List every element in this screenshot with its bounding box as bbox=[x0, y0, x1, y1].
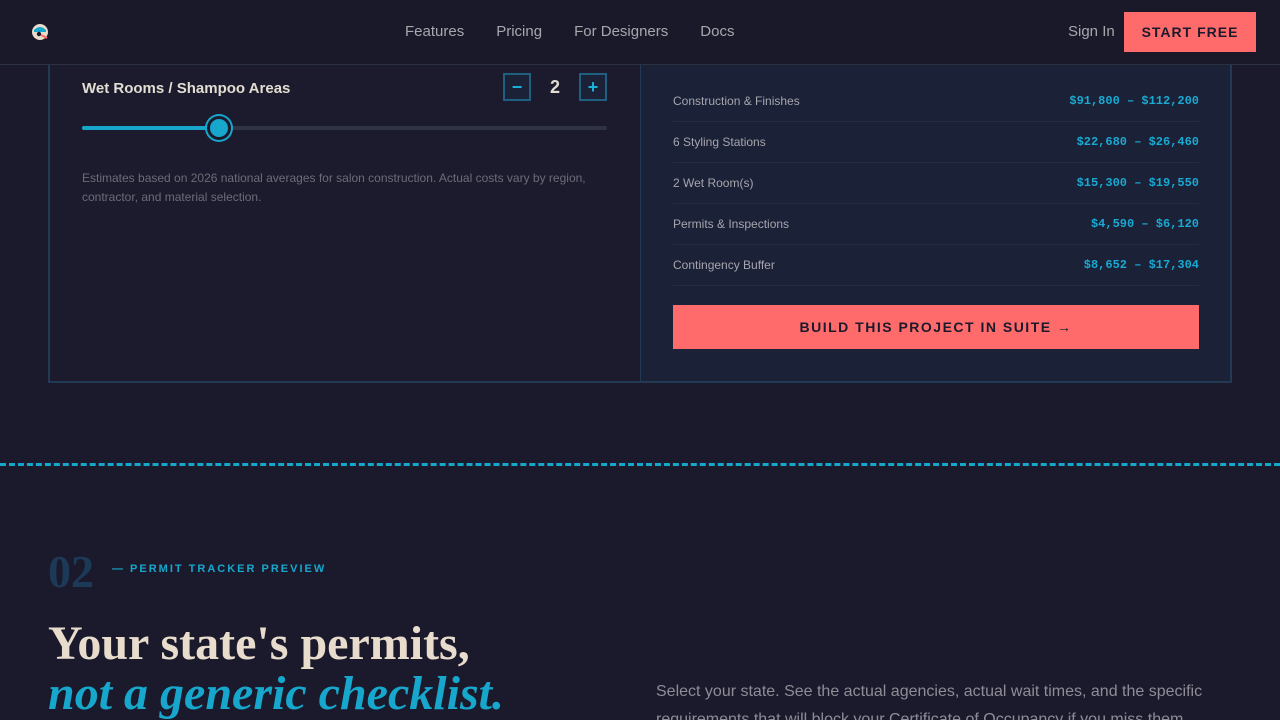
section-description: Select your state. See the actual agenci… bbox=[656, 683, 1203, 720]
start-free-button[interactable]: START FREE bbox=[1124, 12, 1256, 52]
cost-value: $15,300 – $19,550 bbox=[1076, 176, 1199, 190]
cost-row: 6 Styling Stations $22,680 – $26,460 bbox=[673, 122, 1199, 163]
cost-value: $4,590 – $6,120 bbox=[1090, 217, 1199, 231]
nav-link-features[interactable]: Features bbox=[405, 22, 464, 42]
cost-label: Permits & Inspections bbox=[673, 217, 790, 231]
wet-rooms-decrement-button[interactable]: − bbox=[503, 73, 531, 101]
cost-row: Permits & Inspections $4,590 – $6,120 bbox=[673, 204, 1199, 245]
slider-thumb[interactable] bbox=[206, 116, 231, 140]
cost-row: 2 Wet Room(s) $15,300 – $19,550 bbox=[673, 163, 1199, 204]
cost-value: $22,680 – $26,460 bbox=[1076, 135, 1199, 149]
minus-icon: − bbox=[511, 77, 523, 97]
nav-link-pricing[interactable]: Pricing bbox=[496, 22, 542, 42]
cost-list: Construction & Finishes $91,800 – $112,2… bbox=[673, 81, 1199, 286]
nav-link-for-designers[interactable]: For Designers bbox=[574, 22, 668, 42]
nav-link-docs[interactable]: Docs bbox=[700, 22, 734, 42]
section-headline-line2: not a generic checklist. bbox=[48, 667, 504, 720]
cost-calculator-card: Wet Rooms / Shampoo Areas − 2 + Estimate… bbox=[48, 40, 1232, 383]
section-tag: — PERMIT TRACKER PREVIEW bbox=[112, 563, 327, 575]
cost-label: Construction & Finishes bbox=[673, 94, 800, 108]
wet-rooms-increment-button[interactable]: + bbox=[579, 73, 607, 101]
build-project-button[interactable]: BUILD THIS PROJECT IN SUITE → bbox=[673, 305, 1199, 349]
cost-label: Contingency Buffer bbox=[673, 258, 775, 272]
cost-value: $91,800 – $112,200 bbox=[1069, 94, 1199, 108]
top-navigation: Features Pricing For Designers Docs Sign… bbox=[0, 0, 1280, 65]
cost-value: $8,652 – $17,304 bbox=[1083, 258, 1199, 272]
estimate-disclaimer: Estimates based on 2026 national average… bbox=[82, 171, 586, 204]
wet-rooms-slider[interactable] bbox=[82, 116, 607, 140]
slider-fill bbox=[82, 126, 219, 130]
cost-label: 6 Styling Stations bbox=[673, 135, 766, 149]
cost-breakdown-panel: Construction & Finishes $91,800 – $112,2… bbox=[641, 42, 1230, 381]
cost-row: Contingency Buffer $8,652 – $17,304 bbox=[673, 245, 1199, 286]
logo-icon[interactable] bbox=[30, 22, 50, 42]
wet-rooms-value: 2 bbox=[549, 77, 560, 97]
section-headline-line1: Your state's permits, bbox=[48, 617, 470, 670]
cost-label: 2 Wet Room(s) bbox=[673, 176, 754, 190]
section-number: 02 bbox=[48, 546, 94, 597]
plus-icon: + bbox=[587, 77, 599, 97]
nav-links: Features Pricing For Designers Docs bbox=[405, 22, 734, 42]
cost-row: Construction & Finishes $91,800 – $112,2… bbox=[673, 81, 1199, 122]
sign-in-link[interactable]: Sign In bbox=[1068, 22, 1115, 42]
wet-rooms-label: Wet Rooms / Shampoo Areas bbox=[82, 80, 291, 97]
